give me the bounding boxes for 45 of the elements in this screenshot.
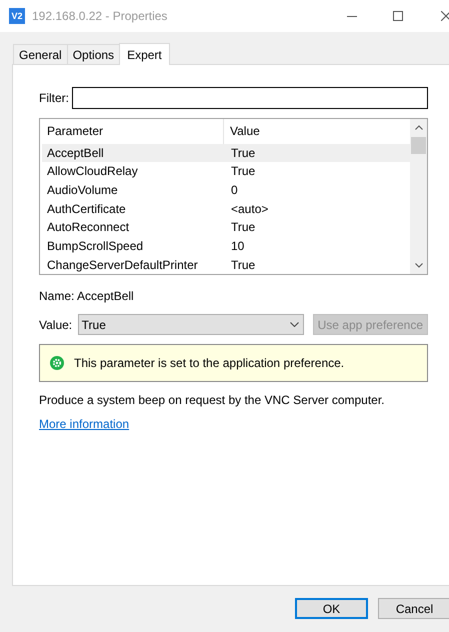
filter-field[interactable] (72, 87, 428, 109)
table-cell-text: 0 (230, 182, 238, 200)
chevron-down-icon (290, 322, 299, 327)
app-logo-icon: V2 (9, 8, 25, 24)
scroll-down-icon[interactable] (414, 263, 422, 268)
table-cell-text: ChangeServerDefaultPrinter (46, 256, 199, 274)
table-cell-text: <auto> (230, 200, 268, 218)
table-cell-text: BumpScrollSpeed (46, 238, 144, 256)
table-cell-text: AutoReconnect (46, 219, 130, 236)
table-row[interactable]: BumpScrollSpeed 10 (42, 236, 410, 256)
value-dropdown[interactable]: True (78, 314, 304, 335)
more-information-link[interactable]: More information (39, 415, 130, 433)
dialog-button[interactable]: Cancel (378, 598, 449, 619)
gear-icon (50, 356, 64, 370)
table-row[interactable]: AllowCloudRelay True (42, 162, 410, 181)
table-cell-text: AuthCertificate (46, 200, 127, 218)
table-cell-text: AllowCloudRelay (46, 163, 139, 180)
tab[interactable]: General (13, 44, 68, 64)
table-cell-text: AcceptBell (46, 144, 105, 162)
scrollbar[interactable] (410, 119, 427, 274)
table-row[interactable]: AutoReconnect True (42, 218, 410, 237)
maximize-icon[interactable] (393, 11, 403, 21)
table-cell-text: True (230, 256, 256, 274)
table-cell-text: True (230, 144, 256, 162)
description-text: Produce a system beep on request by the VNC Server computer. (39, 392, 386, 409)
table-cell-text: AudioVolume (46, 182, 119, 200)
table-row[interactable]: AudioVolume 0 (42, 180, 410, 200)
value-label: Value: (39, 316, 74, 334)
scroll-up-icon[interactable] (414, 125, 422, 130)
scroll-thumb[interactable] (411, 137, 426, 154)
window-title: 192.168.0.22 - Properties (32, 8, 168, 25)
close-icon[interactable] (441, 11, 449, 21)
table-cell-text: True (230, 219, 256, 236)
table-cell-text: 10 (230, 238, 244, 256)
table-row[interactable]: ChangeServerDefaultPrinter True (42, 255, 410, 274)
filter-label: Filter: (39, 90, 69, 107)
dialog-button[interactable]: OK (295, 598, 368, 619)
name-label: Name: AcceptBell (39, 288, 135, 305)
tab[interactable]: Expert (119, 43, 170, 65)
table-cell-text: True (230, 163, 256, 180)
column-header[interactable]: Value (224, 122, 260, 140)
table-row[interactable]: AuthCertificate <auto> (42, 199, 410, 218)
notice-text: This parameter is set to the application preference. (74, 355, 344, 372)
table-row[interactable]: AcceptBell True (42, 144, 410, 162)
tab[interactable]: Options (66, 44, 120, 64)
